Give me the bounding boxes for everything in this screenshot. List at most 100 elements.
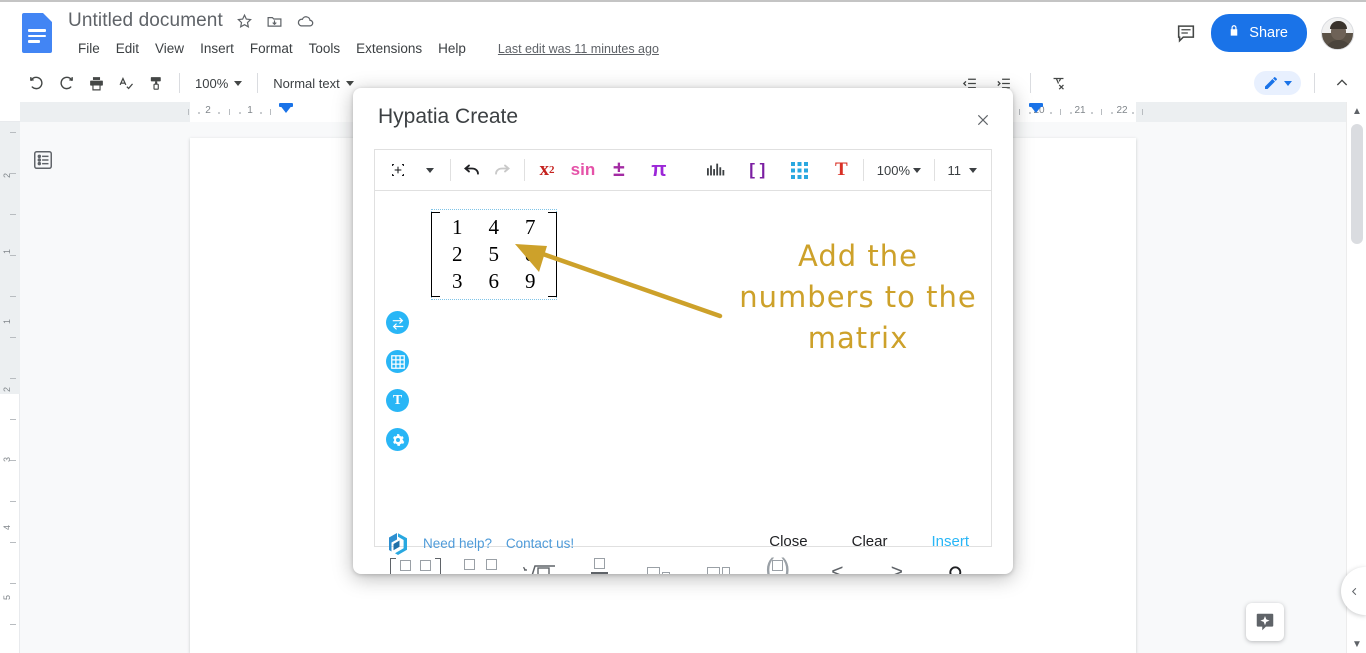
- clear-formatting-icon[interactable]: [1044, 70, 1072, 96]
- menu-item-view[interactable]: View: [147, 39, 192, 58]
- matrix-cell[interactable]: 3: [439, 268, 476, 295]
- settings-tool-icon[interactable]: [386, 428, 409, 451]
- grid-icon[interactable]: [784, 155, 814, 185]
- superscript-base: x: [539, 159, 549, 180]
- menu-item-help[interactable]: Help: [430, 39, 474, 58]
- ruler-dot: [1050, 112, 1052, 114]
- document-title-row: Untitled document: [68, 10, 315, 32]
- matrix-cell[interactable]: 8: [512, 241, 549, 268]
- menu-item-extensions[interactable]: Extensions: [348, 39, 430, 58]
- comment-icon[interactable]: [1175, 22, 1197, 44]
- vruler-number: 2: [2, 386, 12, 392]
- table-row[interactable]: 1 4 7: [439, 214, 549, 241]
- first-line-indent-marker[interactable]: [279, 104, 293, 113]
- share-button[interactable]: Share: [1211, 14, 1307, 52]
- matrix-cell[interactable]: 7: [512, 214, 549, 241]
- matrix-side-tools: T: [386, 311, 409, 451]
- resize-matrix-tool-icon[interactable]: [386, 311, 409, 334]
- right-indent-marker[interactable]: [1029, 104, 1043, 113]
- font-size-select[interactable]: 11: [941, 156, 983, 184]
- matrix-cell[interactable]: 9: [512, 268, 549, 295]
- menu-item-tools[interactable]: Tools: [301, 39, 349, 58]
- hypatia-logo[interactable]: [384, 530, 412, 558]
- select-mode-icon[interactable]: [383, 155, 413, 185]
- statistics-icon[interactable]: [702, 155, 732, 185]
- paragraph-style-select[interactable]: Normal text: [267, 70, 359, 96]
- menu-item-file[interactable]: File: [70, 39, 108, 58]
- insert-button[interactable]: Insert: [931, 533, 969, 550]
- scroll-up-arrow[interactable]: ▲: [1347, 102, 1366, 120]
- table-row[interactable]: 2 5 8: [439, 241, 549, 268]
- spellcheck-icon[interactable]: [112, 70, 140, 96]
- scrollbar-thumb[interactable]: [1351, 124, 1363, 244]
- table-row[interactable]: 3 6 9: [439, 268, 549, 295]
- vruler-tick: [10, 378, 16, 379]
- matrix-cell[interactable]: 4: [476, 214, 513, 241]
- collapse-toolbar-icon[interactable]: [1328, 70, 1356, 96]
- vruler-number: 2: [2, 172, 12, 178]
- avatar[interactable]: [1321, 16, 1354, 50]
- ruler-dot: [1132, 112, 1134, 114]
- vertical-scrollbar[interactable]: ▲ ▼: [1341, 102, 1366, 653]
- print-icon[interactable]: [82, 70, 110, 96]
- zoom-select[interactable]: 100%: [189, 70, 248, 96]
- explore-icon: [1256, 613, 1274, 631]
- undo-icon[interactable]: [457, 155, 487, 185]
- share-button-label: Share: [1249, 25, 1288, 41]
- close-button[interactable]: Close: [769, 533, 807, 550]
- trig-functions-button[interactable]: sin: [568, 155, 598, 185]
- contact-us-link[interactable]: Contact us!: [506, 536, 574, 551]
- star-icon[interactable]: [236, 13, 253, 30]
- ruler-number: 21: [1074, 105, 1086, 116]
- menu-item-insert[interactable]: Insert: [192, 39, 242, 58]
- ruler-number: 22: [1116, 105, 1128, 116]
- show-document-outline-button[interactable]: [28, 145, 58, 175]
- greek-letters-button[interactable]: π: [644, 155, 674, 185]
- page-title[interactable]: Untitled document: [68, 10, 223, 32]
- matrix-object[interactable]: 1 4 7 2 5 8 3 6 9: [431, 209, 557, 300]
- text-tool-icon[interactable]: T: [386, 389, 409, 412]
- grid-tool-icon[interactable]: [386, 350, 409, 373]
- move-to-folder-icon[interactable]: [266, 13, 283, 30]
- chevron-left-icon: [1351, 587, 1356, 595]
- header-actions: Share: [1175, 14, 1354, 52]
- superscript-exponent: 2: [548, 164, 555, 176]
- need-help-link[interactable]: Need help?: [423, 536, 492, 551]
- matrix-cell[interactable]: 2: [439, 241, 476, 268]
- menu-item-format[interactable]: Format: [242, 39, 301, 58]
- scroll-down-arrow[interactable]: ▼: [1347, 635, 1366, 653]
- editing-mode-button[interactable]: [1254, 71, 1301, 95]
- vruler-number: 3: [2, 456, 12, 462]
- clear-button[interactable]: Clear: [852, 533, 888, 550]
- menu-item-edit[interactable]: Edit: [108, 39, 147, 58]
- equation-canvas[interactable]: 1 4 7 2 5 8 3 6 9 T Add the numbers to t…: [374, 190, 992, 547]
- last-edit-status[interactable]: Last edit was 11 minutes ago: [498, 42, 659, 56]
- ruler-tick: [1060, 109, 1061, 115]
- vruler-tick: [10, 255, 16, 256]
- explore-button[interactable]: [1246, 603, 1284, 641]
- text-style-button[interactable]: T: [826, 155, 856, 185]
- matrix-cell[interactable]: 5: [476, 241, 513, 268]
- matrix-selection-box[interactable]: 1 4 7 2 5 8 3 6 9: [431, 209, 557, 300]
- cloud-status-icon[interactable]: [296, 12, 315, 31]
- close-icon[interactable]: [971, 108, 995, 132]
- brackets-button[interactable]: [ ]: [742, 155, 772, 185]
- google-docs-logo-icon: [22, 13, 52, 53]
- select-mode-dropdown[interactable]: [413, 155, 443, 185]
- vertical-ruler[interactable]: 21123456: [0, 122, 20, 653]
- matrix-cell[interactable]: 1: [439, 214, 476, 241]
- superscript-button[interactable]: x2: [532, 155, 562, 185]
- chevron-down-icon: [345, 80, 354, 86]
- matrix-cell[interactable]: 6: [476, 268, 513, 295]
- ruler-number: 1: [247, 105, 253, 116]
- ruler-tick: [229, 109, 230, 115]
- plus-minus-button[interactable]: ±: [604, 155, 634, 185]
- chevron-down-icon: [1284, 80, 1292, 86]
- undo-icon[interactable]: [22, 70, 50, 96]
- vruler-tick: [10, 419, 16, 420]
- paint-format-icon[interactable]: [142, 70, 170, 96]
- ruler-dot: [239, 112, 241, 114]
- redo-icon[interactable]: [487, 155, 517, 185]
- redo-icon[interactable]: [52, 70, 80, 96]
- equation-zoom-select[interactable]: 100%: [871, 156, 927, 184]
